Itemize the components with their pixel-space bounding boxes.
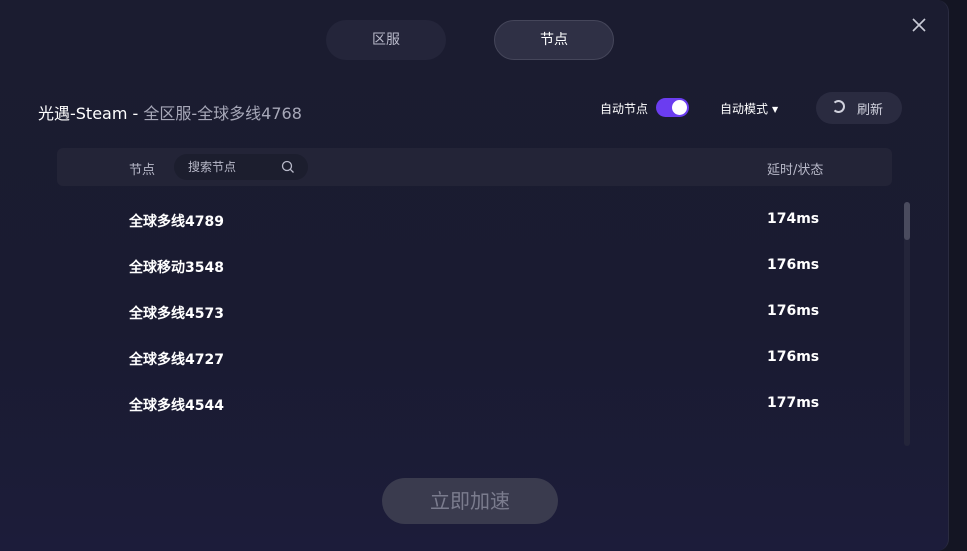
title-separator: - <box>127 104 144 123</box>
tab-region[interactable]: 区服 <box>326 20 446 60</box>
node-latency: 177ms <box>767 395 820 411</box>
game-name: 光遇-Steam <box>38 104 128 123</box>
toggle-knob <box>672 100 687 115</box>
node-name: 全球多线4789 <box>129 214 224 230</box>
table-row[interactable]: 全球多线4727 176ms <box>57 336 897 382</box>
node-name: 全球多线4573 <box>129 306 224 322</box>
auto-node-label: 自动节点 <box>600 102 649 116</box>
mode-dropdown[interactable]: 自动模式 ▼ <box>720 100 778 117</box>
node-latency: 176ms <box>767 303 820 319</box>
refresh-label: 刷新 <box>857 103 884 118</box>
node-select-dialog: 区服 节点 光遇-Steam - 全区服-全球多线4768 自动节点 自动模式 ▼… <box>0 0 949 551</box>
search-icon[interactable] <box>280 159 296 175</box>
search-input[interactable] <box>188 154 280 180</box>
caret-down-icon: ▼ <box>772 105 779 114</box>
auto-node-toggle[interactable] <box>656 98 689 117</box>
table-row[interactable]: 全球多线4544 177ms <box>57 382 897 428</box>
page-title: 光遇-Steam - 全区服-全球多线4768 <box>38 100 302 124</box>
node-name: 全球多线4727 <box>129 352 224 368</box>
node-name: 全球移动3548 <box>129 260 224 276</box>
node-latency: 176ms <box>767 257 820 273</box>
close-icon[interactable] <box>908 14 930 36</box>
scrollbar-thumb[interactable] <box>904 202 910 240</box>
table-header: 节点 延时/状态 <box>57 148 892 186</box>
node-latency: 176ms <box>767 349 820 365</box>
column-header-latency: 延时/状态 <box>767 163 824 178</box>
refresh-icon <box>832 100 845 113</box>
refresh-button[interactable]: 刷新 <box>816 92 902 124</box>
table-row[interactable]: 全球多线4789 174ms <box>57 198 897 244</box>
column-header-node: 节点 <box>129 163 156 178</box>
table-row[interactable]: 全球多线4573 176ms <box>57 290 897 336</box>
accelerate-button[interactable]: 立即加速 <box>382 478 558 524</box>
mode-label: 自动模式 <box>720 102 769 116</box>
search-box[interactable] <box>174 154 308 180</box>
node-latency: 174ms <box>767 211 820 227</box>
table-row[interactable]: 全球移动3548 176ms <box>57 244 897 290</box>
node-name: 全球多线4544 <box>129 398 224 414</box>
tab-node[interactable]: 节点 <box>494 20 614 60</box>
current-node: 全区服-全球多线4768 <box>143 104 302 123</box>
